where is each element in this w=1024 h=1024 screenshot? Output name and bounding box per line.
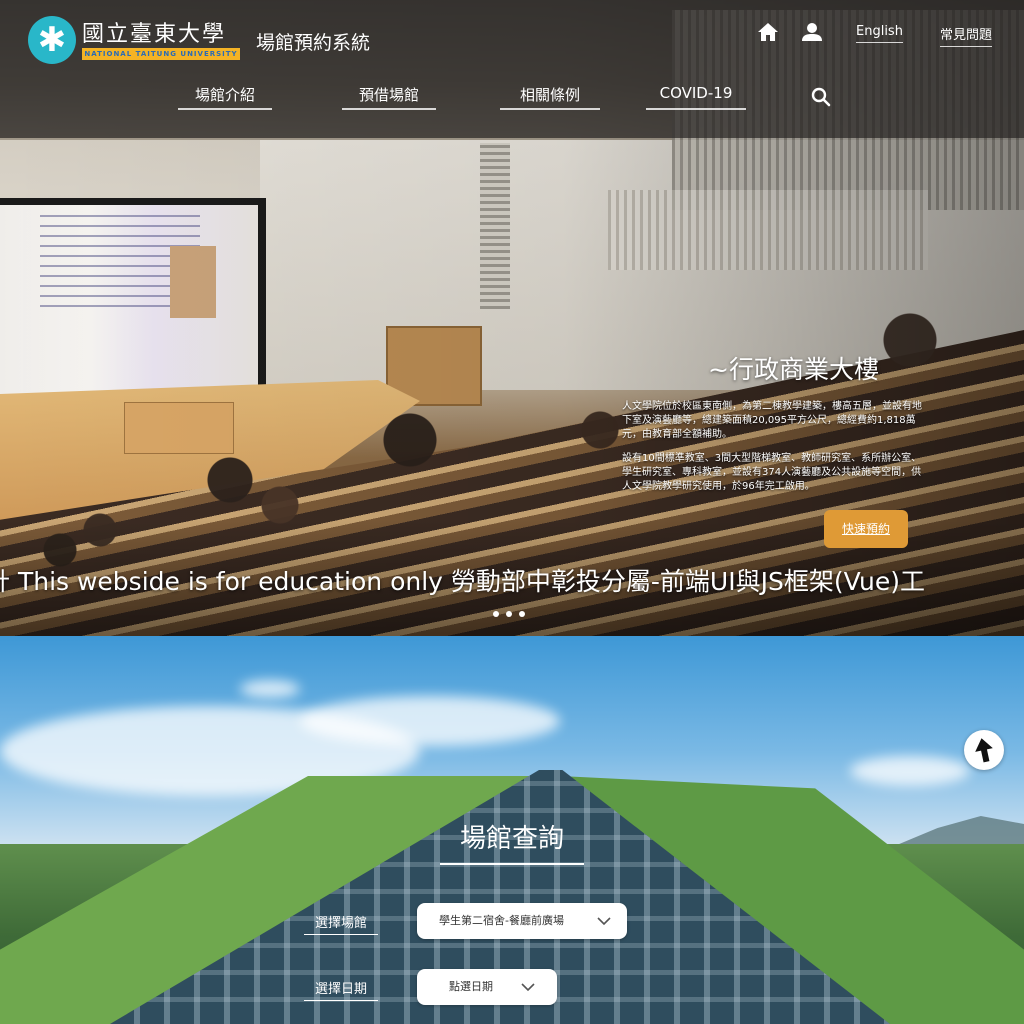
search-icon[interactable] [810,86,832,108]
carousel-dot[interactable] [493,611,499,617]
nav-book-venue[interactable]: 預借場館 [342,84,436,110]
date-picker-value: 點選日期 [449,980,493,993]
chevron-down-icon [521,983,535,992]
site-header: 國立臺東大學 NATIONAL TAITUNG UNIVERSITY 場館預約系… [0,0,1024,138]
nav-regulations[interactable]: 相關條例 [500,84,600,110]
cloud-bg [850,756,970,786]
venue-select[interactable]: 學生第二宿舍-餐廳前廣場 [417,903,627,939]
faq-link[interactable]: 常見問題 [940,24,993,47]
arrow-up-icon [975,738,993,763]
slide-description: 人文學院位於校區東南側，為第二棟教學建築，樓高五層，並設有地下室及演藝廳等，總建… [622,401,922,440]
university-logo-icon[interactable] [28,16,76,64]
venue-search-title: 場館查詢 [440,818,584,865]
logo-chinese-name[interactable]: 國立臺東大學 [82,16,240,47]
quick-booking-button[interactable]: 快速預約 [824,510,908,548]
date-select-label: 選擇日期 [304,978,378,1001]
marquee-text: 設計 This webside is for education only 勞動… [0,567,925,596]
english-link[interactable]: English [856,24,903,43]
logo-english-name[interactable]: NATIONAL TAITUNG UNIVERSITY [82,48,240,60]
date-picker[interactable]: 點選日期 [417,969,557,1005]
slide-description: 設有10間標準教室、3間大型階梯教室、教師研究室、系所辦公室、學生研究室、專科教… [622,453,922,492]
marquee-banner: 設計 This webside is for education only 勞動… [0,562,1024,602]
cloud-bg [240,680,300,698]
carousel-dot[interactable] [519,611,525,617]
slide-title: ~行政商業大樓 [708,355,879,384]
venue-select-label: 選擇場館 [304,912,378,935]
nav-covid19[interactable]: COVID-19 [646,84,746,110]
user-icon[interactable] [800,20,824,44]
nav-venue-intro[interactable]: 場館介紹 [178,84,272,110]
site-title[interactable]: 場館預約系統 [256,28,370,55]
cloud-bg [300,696,560,746]
carousel-dot[interactable] [506,611,512,617]
carousel-indicators [491,611,531,619]
back-to-top-button[interactable] [964,730,1004,770]
venue-select-value: 學生第二宿舍-餐廳前廣場 [439,914,564,927]
chevron-down-icon [597,917,611,926]
home-icon[interactable] [756,20,780,44]
